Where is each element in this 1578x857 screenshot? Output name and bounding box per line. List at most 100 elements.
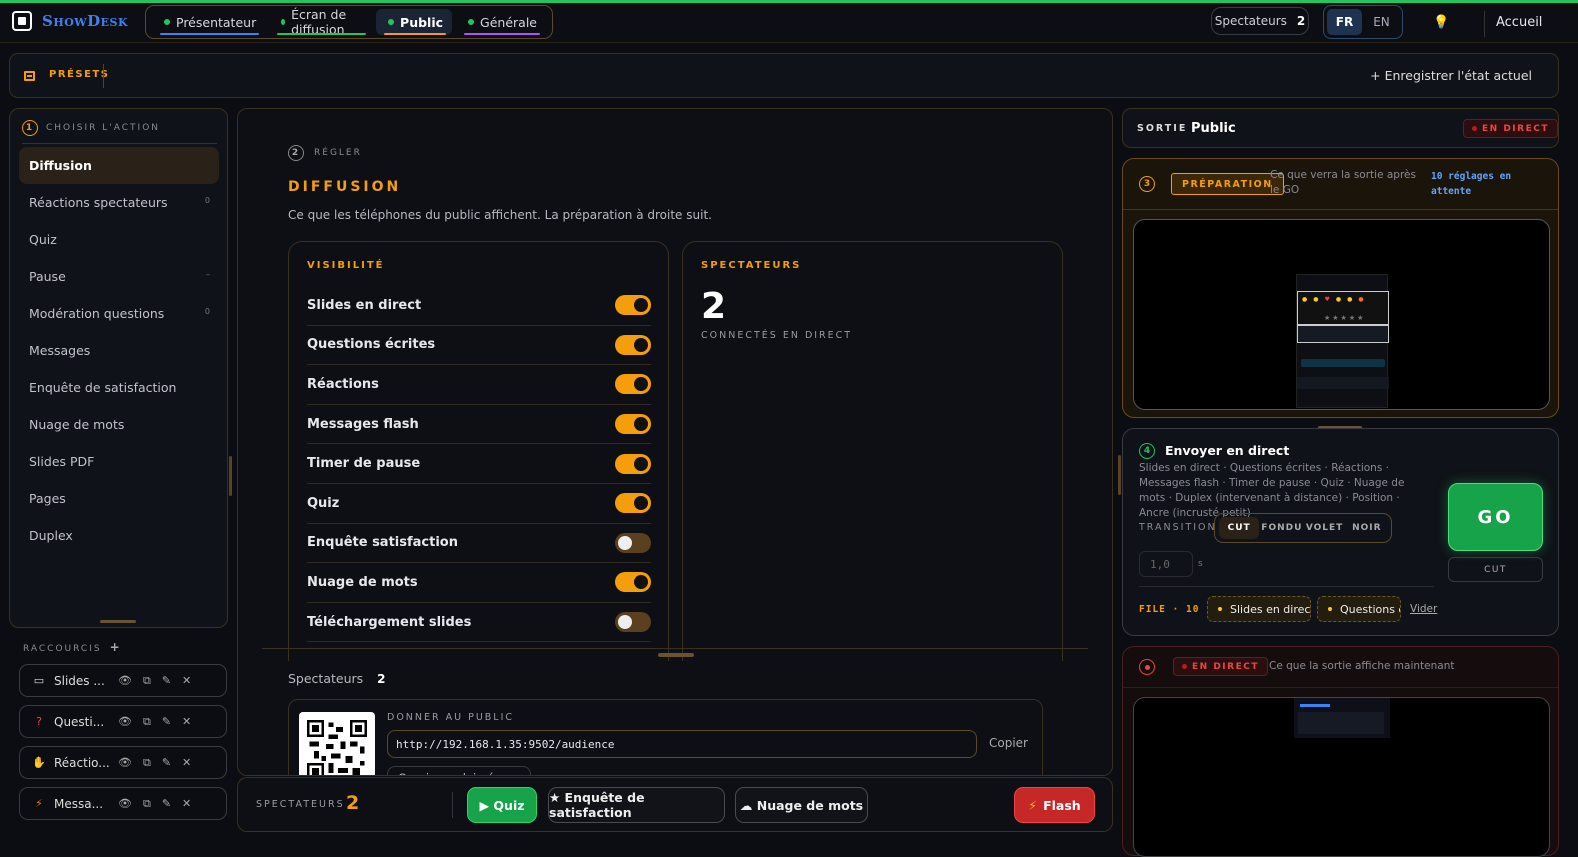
open-fullscreen-button[interactable]: Ouvrir en plein écran [387,766,531,775]
toggle-switch[interactable] [615,374,651,395]
sidebar-item-messages[interactable]: Messages [19,332,219,369]
tab-public[interactable]: Public [376,9,453,35]
duplicate-icon[interactable]: ⧉ [143,756,151,770]
toggle-row: Téléchargement slides [307,603,651,643]
duplicate-icon[interactable]: ⧉ [143,797,151,811]
toggle-switch[interactable] [615,493,651,514]
clear-queue-link[interactable]: Vider [1410,603,1437,615]
edit-icon[interactable]: ✎ [162,797,171,811]
duplicate-icon[interactable]: ⧉ [143,674,151,688]
shortcut-item[interactable]: ▭ Slides ... 👁 ⧉ ✎ ✕ [19,664,227,697]
sidebar-item-moderation[interactable]: Modération questions 0 [19,295,219,332]
resize-handle[interactable] [658,653,694,657]
preparation-card: 3 PRÉPARATION Ce que verra la sortie apr… [1122,158,1559,418]
divider [1123,687,1558,688]
edit-icon[interactable]: ✎ [162,674,171,688]
pending-settings-link[interactable]: 10 réglages en attente [1431,169,1541,199]
toggle-switch[interactable] [615,532,651,553]
live-preview[interactable] [1133,697,1550,857]
sidebar-item-enquete[interactable]: Enquête de satisfaction [19,369,219,406]
share-card: DONNER AU PUBLIC http://192.168.1.35:950… [288,699,1043,775]
tab-ecran-diffusion[interactable]: Écran de diffusion [269,7,372,37]
toggle-label: Slides en direct [307,297,422,313]
queue-chip[interactable]: Slides en direct [1207,596,1311,622]
eye-icon[interactable]: 👁 [118,797,132,811]
transition-cut[interactable]: CUT [1219,517,1260,539]
logo-icon [12,11,32,31]
copy-button[interactable]: Copier [989,736,1028,750]
spectators-count: 2 [1296,14,1306,28]
toggle-switch[interactable] [615,414,651,435]
sidebar-item-pages[interactable]: Pages [19,480,219,517]
shortcut-item[interactable]: ? Questi... 👁 ⧉ ✎ ✕ [19,705,227,738]
sidebar-item-nuage[interactable]: Nuage de mots [19,406,219,443]
resize-handle[interactable] [100,620,136,623]
edit-icon[interactable]: ✎ [162,715,171,729]
eye-icon[interactable]: 👁 [118,756,132,770]
add-shortcut-button[interactable]: + [110,640,120,654]
tab-presentateur[interactable]: Présentateur [152,9,265,35]
go-button[interactable]: GO [1448,483,1543,551]
edit-icon[interactable]: ✎ [162,756,171,770]
question-icon: ? [36,715,42,728]
live-dot-icon [1182,664,1187,669]
transition-volet[interactable]: VOLET [1304,517,1344,539]
action-panel: 1 CHOISIR L'ACTION Diffusion Réactions sp… [9,108,228,628]
queue-chip[interactable]: Questions é [1317,596,1401,622]
transition-fondu[interactable]: FONDU [1261,517,1302,539]
flash-label: Flash [1043,797,1081,813]
tab-generale[interactable]: Générale [456,9,546,35]
sidebar-item-label: Nuage de mots [29,417,125,432]
resize-handle[interactable] [1118,455,1121,495]
bolt-icon: ⚡ [35,797,43,810]
spectators-label: Spectateurs [288,671,364,686]
close-icon[interactable]: ✕ [182,715,191,729]
bottom-action-bar: SPECTATEURS 2 ▶ Quiz ★ Enquête de satisf… [237,777,1113,832]
duplicate-icon[interactable]: ⧉ [143,715,151,729]
toggle-switch[interactable] [615,453,651,474]
duration-unit: s [1198,559,1203,569]
save-state-button[interactable]: + Enregistrer l'état actuel [1370,68,1532,83]
shortcut-item[interactable]: ✋ Réactio... 👁 ⧉ ✎ ✕ [19,746,227,779]
sidebar-item-label: Duplex [29,528,73,543]
toggle-switch[interactable] [615,572,651,593]
close-icon[interactable]: ✕ [182,797,191,811]
close-icon[interactable]: ✕ [182,756,191,770]
eye-icon[interactable]: 👁 [118,715,132,729]
close-icon[interactable]: ✕ [182,674,191,688]
flash-button[interactable]: ⚡ Flash [1014,787,1095,823]
app-logo[interactable]: ShowDesk [12,11,128,31]
sidebar-item-quiz[interactable]: Quiz [19,221,219,258]
live-screen-thumbnail [1294,698,1390,738]
eye-icon[interactable]: 👁 [118,674,132,688]
resize-handle[interactable] [229,456,232,496]
shortcut-item[interactable]: ⚡ Messa... 👁 ⧉ ✎ ✕ [19,787,227,820]
lang-fr-button[interactable]: FR [1327,9,1362,35]
quiz-button[interactable]: ▶ Quiz [467,787,537,823]
transition-noir[interactable]: NOIR [1347,517,1387,539]
sidebar-item-pause[interactable]: Pause – [19,258,219,295]
status-dot-icon [388,19,395,25]
word-cloud-button[interactable]: ☁ Nuage de mots [735,787,868,823]
lightbulb-icon[interactable]: 💡 [1433,15,1449,30]
sidebar-item-duplex[interactable]: Duplex [19,517,219,554]
home-link[interactable]: Accueil [1496,15,1542,30]
spectators-counter: Spectateurs 2 [1211,7,1309,35]
go-cut-button[interactable]: CUT [1448,557,1543,582]
lang-en-button[interactable]: EN [1364,9,1399,35]
toggle-switch[interactable] [615,612,651,633]
divider [1484,11,1485,37]
duration-input[interactable]: 1,0 [1139,551,1193,577]
action-panel-title: CHOISIR L'ACTION [46,123,161,133]
tab-label: Générale [480,14,537,30]
preparation-preview[interactable]: ● ● ♥ ● ● ● ★★★★★ [1133,219,1550,410]
satisfaction-survey-button[interactable]: ★ Enquête de satisfaction [548,787,725,823]
toggle-switch[interactable] [615,334,651,355]
shortcut-label: Slides ... [54,673,105,688]
status-dot-icon [281,19,286,25]
sidebar-item-diffusion[interactable]: Diffusion [19,147,219,184]
sidebar-item-slides-pdf[interactable]: Slides PDF [19,443,219,480]
sidebar-item-reactions[interactable]: Réactions spectateurs 0 [19,184,219,221]
toggle-switch[interactable] [615,295,651,316]
audience-url-field[interactable]: http://192.168.1.35:9502/audience [387,730,977,758]
